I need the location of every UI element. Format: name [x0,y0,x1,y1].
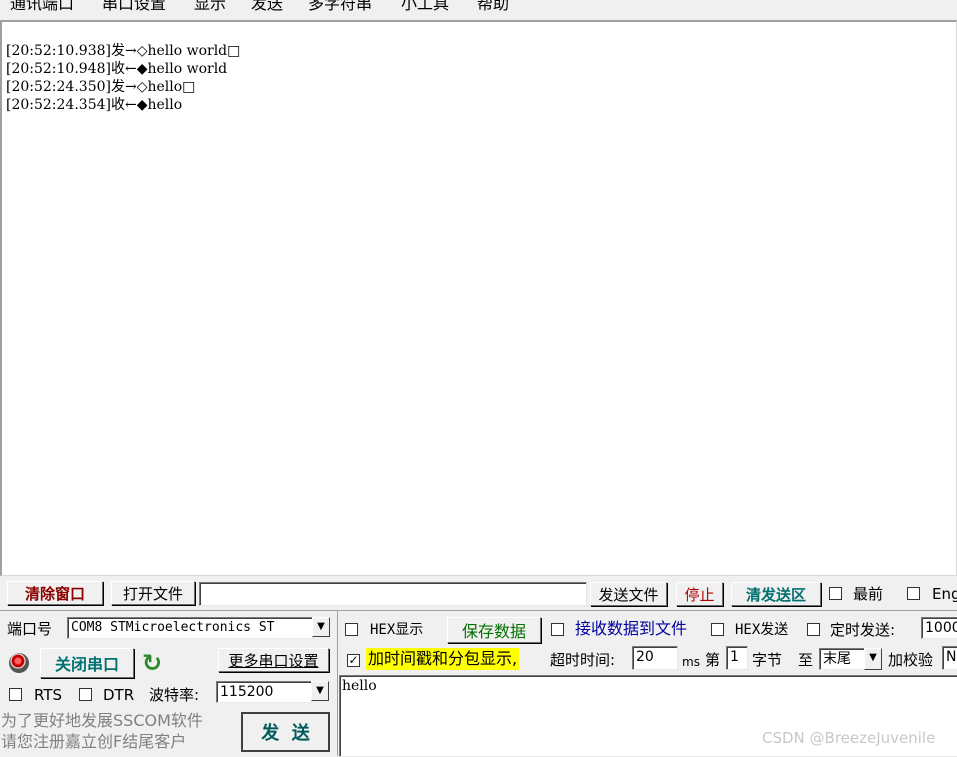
dtr-label: DTR [103,686,135,704]
timestamp-checkbox[interactable]: ✓ [347,654,360,667]
send-file-label: 发送文件 [598,585,659,604]
end-dropdown-arrow[interactable]: ▼ [864,648,882,670]
save-data-label: 保存数据 [461,622,526,641]
end-select[interactable]: 末尾 [819,648,865,670]
more-serial-settings-button[interactable]: 更多串口设置 [218,648,329,672]
refresh-icon[interactable]: ↻ [142,650,166,676]
english-checkbox[interactable] [907,587,920,600]
send-button[interactable]: 发 送 [241,712,330,752]
timeout-input[interactable]: 20 [632,646,678,670]
hex-display-checkbox[interactable] [345,623,358,636]
dtr-checkbox[interactable] [79,688,92,701]
menu-tools[interactable]: 小工具 [401,0,449,14]
send-text: hello [342,678,377,694]
more-settings-label: 更多串口设置 [228,651,319,670]
close-port-label: 关闭串口 [54,655,119,674]
receive-line: [20:52:24.354]收←◆hello [6,97,183,113]
receive-line: [20:52:24.350]发→◇hello□ [6,79,196,95]
menu-multi-string[interactable]: 多字符串 [308,0,372,14]
stop-label: 停止 [684,585,715,604]
promo-line-2: 请您注册嘉立创F结尾客户 [1,732,187,751]
receive-area[interactable]: [20:52:10.938]发→◇hello world□ [20:52:10.… [0,20,957,576]
menu-help[interactable]: 帮助 [477,0,509,14]
clear-send-button[interactable]: 清发送区 [731,582,821,606]
file-path-input[interactable] [199,582,587,606]
port-label: 端口号 [7,620,53,638]
watermark: CSDN @BreezeJuvenile [762,729,936,747]
rts-label: RTS [34,686,63,704]
hex-display-label: HEX显示 [370,622,424,638]
english-label: English [932,585,957,603]
clear-window-button[interactable]: 清除窗口 [7,581,103,605]
menu-send[interactable]: 发送 [251,0,283,14]
recv-to-file-checkbox[interactable] [551,623,564,636]
close-port-button[interactable]: 关闭串口 [40,648,134,678]
send-button-label: 发 送 [261,723,310,744]
send-file-button[interactable]: 发送文件 [590,582,667,606]
port-status-indicator-icon [9,653,29,673]
ms-label: ms [682,655,700,669]
port-dropdown-arrow[interactable]: ▼ [312,617,330,637]
timed-send-label: 定时发送: [830,621,896,639]
menu-bar: 通讯端口 串口设置 显示 发送 多字符串 小工具 帮助 [0,0,957,20]
checksum-label: 加校验 [888,651,934,669]
save-data-button[interactable]: 保存数据 [447,617,541,643]
panel-divider [337,611,338,756]
topmost-label: 最前 [853,585,884,603]
open-file-button[interactable]: 打开文件 [111,581,195,605]
checksum-select[interactable]: N [942,646,957,670]
open-file-label: 打开文件 [122,584,183,603]
port-select[interactable]: COM8 STMicroelectronics ST [67,617,313,639]
promo-line-1: 为了更好地发展SSCOM软件 [1,711,203,730]
nth-label: 第 [705,651,721,669]
divider [0,610,957,611]
clear-send-label: 清发送区 [745,585,806,604]
receive-log: [20:52:10.938]发→◇hello world□ [20:52:10.… [6,42,240,114]
menu-display[interactable]: 显示 [194,0,226,14]
receive-line: [20:52:10.938]发→◇hello world□ [6,43,241,59]
menu-comm-port[interactable]: 通讯端口 [10,0,74,14]
timed-send-checkbox[interactable] [807,623,820,636]
timeout-label: 超时时间: [550,651,616,669]
baud-label: 波特率: [149,686,200,704]
baud-rate-select[interactable]: 115200 [216,681,312,703]
topmost-checkbox[interactable] [829,587,842,600]
timed-interval-input[interactable]: 1000 [921,617,957,639]
byte-label: 字节 [752,651,783,669]
byte-index-input[interactable]: 1 [726,646,748,670]
hex-send-checkbox[interactable] [711,623,724,636]
receive-line: [20:52:10.948]收←◆hello world [6,61,228,77]
clear-window-label: 清除窗口 [24,584,85,603]
timestamp-label: 加时间戳和分包显示, [366,648,520,670]
stop-button[interactable]: 停止 [676,582,723,606]
baud-dropdown-arrow[interactable]: ▼ [311,681,329,701]
rts-checkbox[interactable] [9,688,22,701]
menu-serial-settings[interactable]: 串口设置 [102,0,166,14]
to-label: 至 [798,651,814,669]
recv-to-file-label[interactable]: 接收数据到文件 [575,619,687,639]
hex-send-label: HEX发送 [735,622,789,638]
